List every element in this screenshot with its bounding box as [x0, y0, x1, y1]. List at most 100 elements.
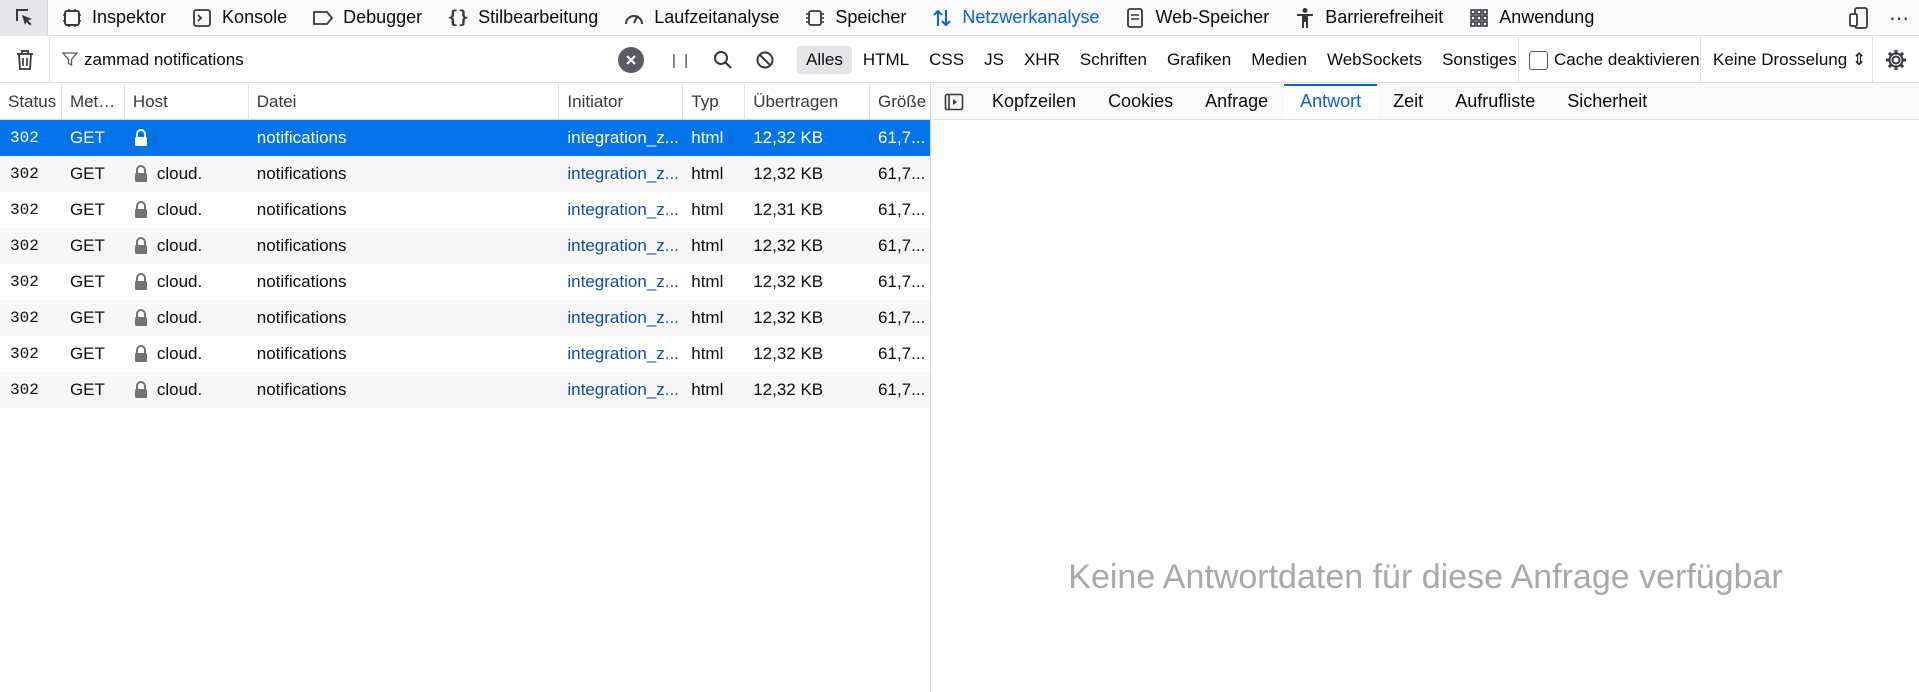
tab-aufrufliste[interactable]: Aufrufliste [1439, 84, 1551, 119]
cell-initiator[interactable]: integration_z... [559, 300, 683, 336]
throttling-select[interactable]: Keine Drosselung ⇕ [1700, 37, 1870, 83]
column-header-file[interactable]: Datei [249, 84, 560, 120]
toggle-sidebar-button[interactable] [932, 84, 976, 119]
column-header-transferred[interactable]: Übertragen [745, 84, 871, 120]
cell-initiator[interactable]: integration_z... [559, 228, 683, 264]
cell-host: cloud. [125, 300, 249, 336]
tab-inspektor[interactable]: Inspektor [48, 0, 178, 36]
table-row[interactable]: 302 GET cloud. notifications integration… [0, 336, 930, 372]
tab-barrierefreiheit[interactable]: Barrierefreiheit [1281, 0, 1455, 36]
table-row[interactable]: 302 GET cloud. notifications integration… [0, 228, 930, 264]
request-blocking-button[interactable] [744, 37, 786, 83]
cell-initiator[interactable]: integration_z... [559, 372, 683, 408]
column-header-status[interactable]: Status [0, 84, 62, 120]
lock-icon [133, 129, 151, 147]
network-settings-button[interactable] [1872, 37, 1919, 83]
cell-status: 302 [10, 201, 39, 219]
cell-initiator[interactable]: integration_z... [559, 120, 683, 156]
filter-chip-html[interactable]: HTML [854, 46, 918, 74]
cell-file: notifications [256, 344, 347, 363]
element-picker-button[interactable] [0, 0, 48, 36]
cell-transferred: 12,32 KB [753, 236, 824, 255]
search-button[interactable] [702, 37, 744, 83]
table-row[interactable]: 302 GET cloud. notifications integration… [0, 156, 930, 192]
column-header-size[interactable]: Größe [870, 84, 930, 120]
clear-requests-button[interactable] [0, 36, 50, 83]
cell-file: notifications [256, 272, 347, 291]
tab-speicher[interactable]: Speicher [791, 0, 918, 36]
tab-stilbearbeitung[interactable]: {} Stilbearbeitung [434, 0, 610, 36]
filter-chip-grafiken[interactable]: Grafiken [1158, 46, 1240, 74]
filter-chip-sonstiges[interactable]: Sonstiges [1433, 46, 1526, 74]
column-header-method[interactable]: Met… [62, 84, 125, 120]
cell-type: html [691, 200, 724, 219]
cell-type: html [691, 272, 724, 291]
performance-icon [622, 6, 646, 30]
cell-size: 61,7... [878, 200, 926, 219]
column-header-type[interactable]: Typ [683, 84, 746, 120]
trash-icon [16, 49, 33, 70]
filter-chip-css[interactable]: CSS [920, 46, 973, 74]
filter-chip-xhr[interactable]: XHR [1015, 46, 1069, 74]
column-header-host[interactable]: Host [125, 84, 249, 120]
table-row[interactable]: 302 GET notifications integration_z... h… [0, 120, 930, 156]
table-header: Status Met… Host Datei Initiator Typ Übe… [0, 84, 930, 120]
table-row[interactable]: 302 GET cloud. notifications integration… [0, 192, 930, 228]
style-editor-icon: {} [447, 7, 470, 28]
lock-icon [133, 381, 151, 399]
cell-initiator[interactable]: integration_z... [559, 192, 683, 228]
accessibility-icon [1293, 6, 1317, 30]
cell-size: 61,7... [878, 344, 926, 363]
cell-transferred: 12,32 KB [753, 128, 824, 147]
tab-anwendung[interactable]: Anwendung [1455, 0, 1606, 36]
cell-initiator[interactable]: integration_z... [559, 264, 683, 300]
cell-host: cloud. [125, 336, 249, 372]
cell-initiator[interactable]: integration_z... [559, 336, 683, 372]
tab-netzwerkanalyse[interactable]: Netzwerkanalyse [918, 0, 1111, 36]
clear-filter-button[interactable] [618, 47, 644, 73]
tab-sicherheit[interactable]: Sicherheit [1551, 84, 1663, 119]
cell-file: notifications [256, 236, 347, 255]
tab-kopfzeilen[interactable]: Kopfzeilen [976, 84, 1092, 119]
cell-host: cloud. [125, 372, 249, 408]
storage-icon [1123, 6, 1147, 30]
cell-file: notifications [256, 380, 347, 399]
cell-initiator[interactable]: integration_z... [559, 156, 683, 192]
tab-laufzeitanalyse[interactable]: Laufzeitanalyse [610, 0, 791, 36]
cell-size: 61,7... [878, 236, 926, 255]
inspector-icon [60, 6, 84, 30]
tab-zeit[interactable]: Zeit [1377, 84, 1439, 119]
filter-chip-medien[interactable]: Medien [1242, 46, 1316, 74]
filter-chip-websockets[interactable]: WebSockets [1318, 46, 1431, 74]
more-options-button[interactable]: ⋯ [1879, 0, 1919, 36]
column-header-initiator[interactable]: Initiator [559, 84, 684, 120]
disable-cache-toggle[interactable]: Cache deaktivieren [1518, 37, 1700, 83]
tab-anfrage[interactable]: Anfrage [1189, 84, 1284, 119]
table-row[interactable]: 302 GET cloud. notifications integration… [0, 300, 930, 336]
table-row[interactable]: 302 GET cloud. notifications integration… [0, 264, 930, 300]
filter-chip-schriften[interactable]: Schriften [1071, 46, 1156, 74]
tab-web-speicher[interactable]: Web-Speicher [1111, 0, 1281, 36]
tab-cookies[interactable]: Cookies [1092, 84, 1189, 119]
cell-transferred: 12,32 KB [753, 272, 824, 291]
table-row[interactable]: 302 GET cloud. notifications integration… [0, 372, 930, 408]
tab-debugger[interactable]: Debugger [299, 0, 434, 36]
cell-size: 61,7... [878, 272, 926, 291]
request-details-panel: Kopfzeilen Cookies Anfrage Antwort Zeit … [932, 84, 1919, 692]
console-icon [190, 6, 214, 30]
cell-status: 302 [10, 273, 39, 291]
cell-status: 302 [10, 165, 39, 183]
memory-icon [803, 6, 827, 30]
disable-cache-checkbox[interactable] [1529, 50, 1548, 70]
pause-button[interactable]: | | [660, 37, 702, 83]
responsive-design-button[interactable] [1839, 0, 1879, 36]
filter-chip-js[interactable]: JS [975, 46, 1013, 74]
filter-chip-alles[interactable]: Alles [797, 46, 852, 74]
cell-method: GET [69, 344, 105, 363]
filter-url-input[interactable] [50, 41, 590, 78]
tab-konsole[interactable]: Konsole [178, 0, 299, 36]
cell-host: cloud. [125, 228, 249, 264]
cell-transferred: 12,32 KB [753, 308, 824, 327]
cell-size: 61,7... [878, 164, 926, 183]
tab-antwort[interactable]: Antwort [1284, 84, 1378, 119]
